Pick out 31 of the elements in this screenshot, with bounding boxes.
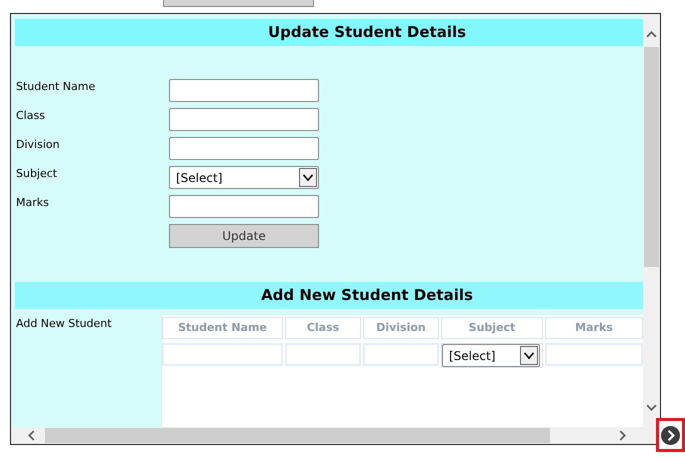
column-header: Student Name — [162, 317, 283, 339]
subject-select[interactable]: [Select] — [169, 166, 319, 189]
input-field[interactable] — [169, 137, 319, 160]
section-title: Add New Student Details — [261, 285, 473, 306]
input-field[interactable] — [169, 108, 319, 131]
column-header: Division — [363, 317, 439, 339]
dropdown-caret-icon — [299, 168, 317, 187]
field-label: Division — [15, 137, 61, 153]
top-button[interactable] — [163, 0, 314, 7]
scrollbar-thumb[interactable] — [45, 428, 550, 443]
field-label: Marks — [15, 195, 50, 211]
field-label: Subject — [15, 166, 58, 182]
scroll-right-icon[interactable] — [617, 430, 628, 441]
column-header: Class — [285, 317, 361, 339]
update-button[interactable]: Update — [169, 224, 319, 248]
scroll-down-icon[interactable] — [646, 402, 657, 413]
subject-select[interactable]: [Select] — [442, 344, 540, 367]
scrollbar-thumb[interactable] — [644, 47, 659, 267]
dropdown-caret-icon — [520, 346, 538, 365]
chevron-right-circle-icon — [661, 426, 680, 444]
section-title: Update Student Details — [268, 22, 466, 44]
input-field[interactable] — [169, 79, 319, 102]
column-header: Subject — [441, 317, 543, 339]
field-label: Add New Student — [15, 316, 113, 332]
input-field[interactable] — [169, 195, 319, 218]
scroll-up-icon[interactable] — [646, 29, 657, 40]
column-header: Marks — [545, 317, 643, 339]
next-button[interactable] — [656, 418, 685, 452]
field-label: Class — [15, 108, 46, 124]
field-label: Student Name — [15, 79, 96, 95]
scroll-left-icon[interactable] — [26, 430, 37, 441]
